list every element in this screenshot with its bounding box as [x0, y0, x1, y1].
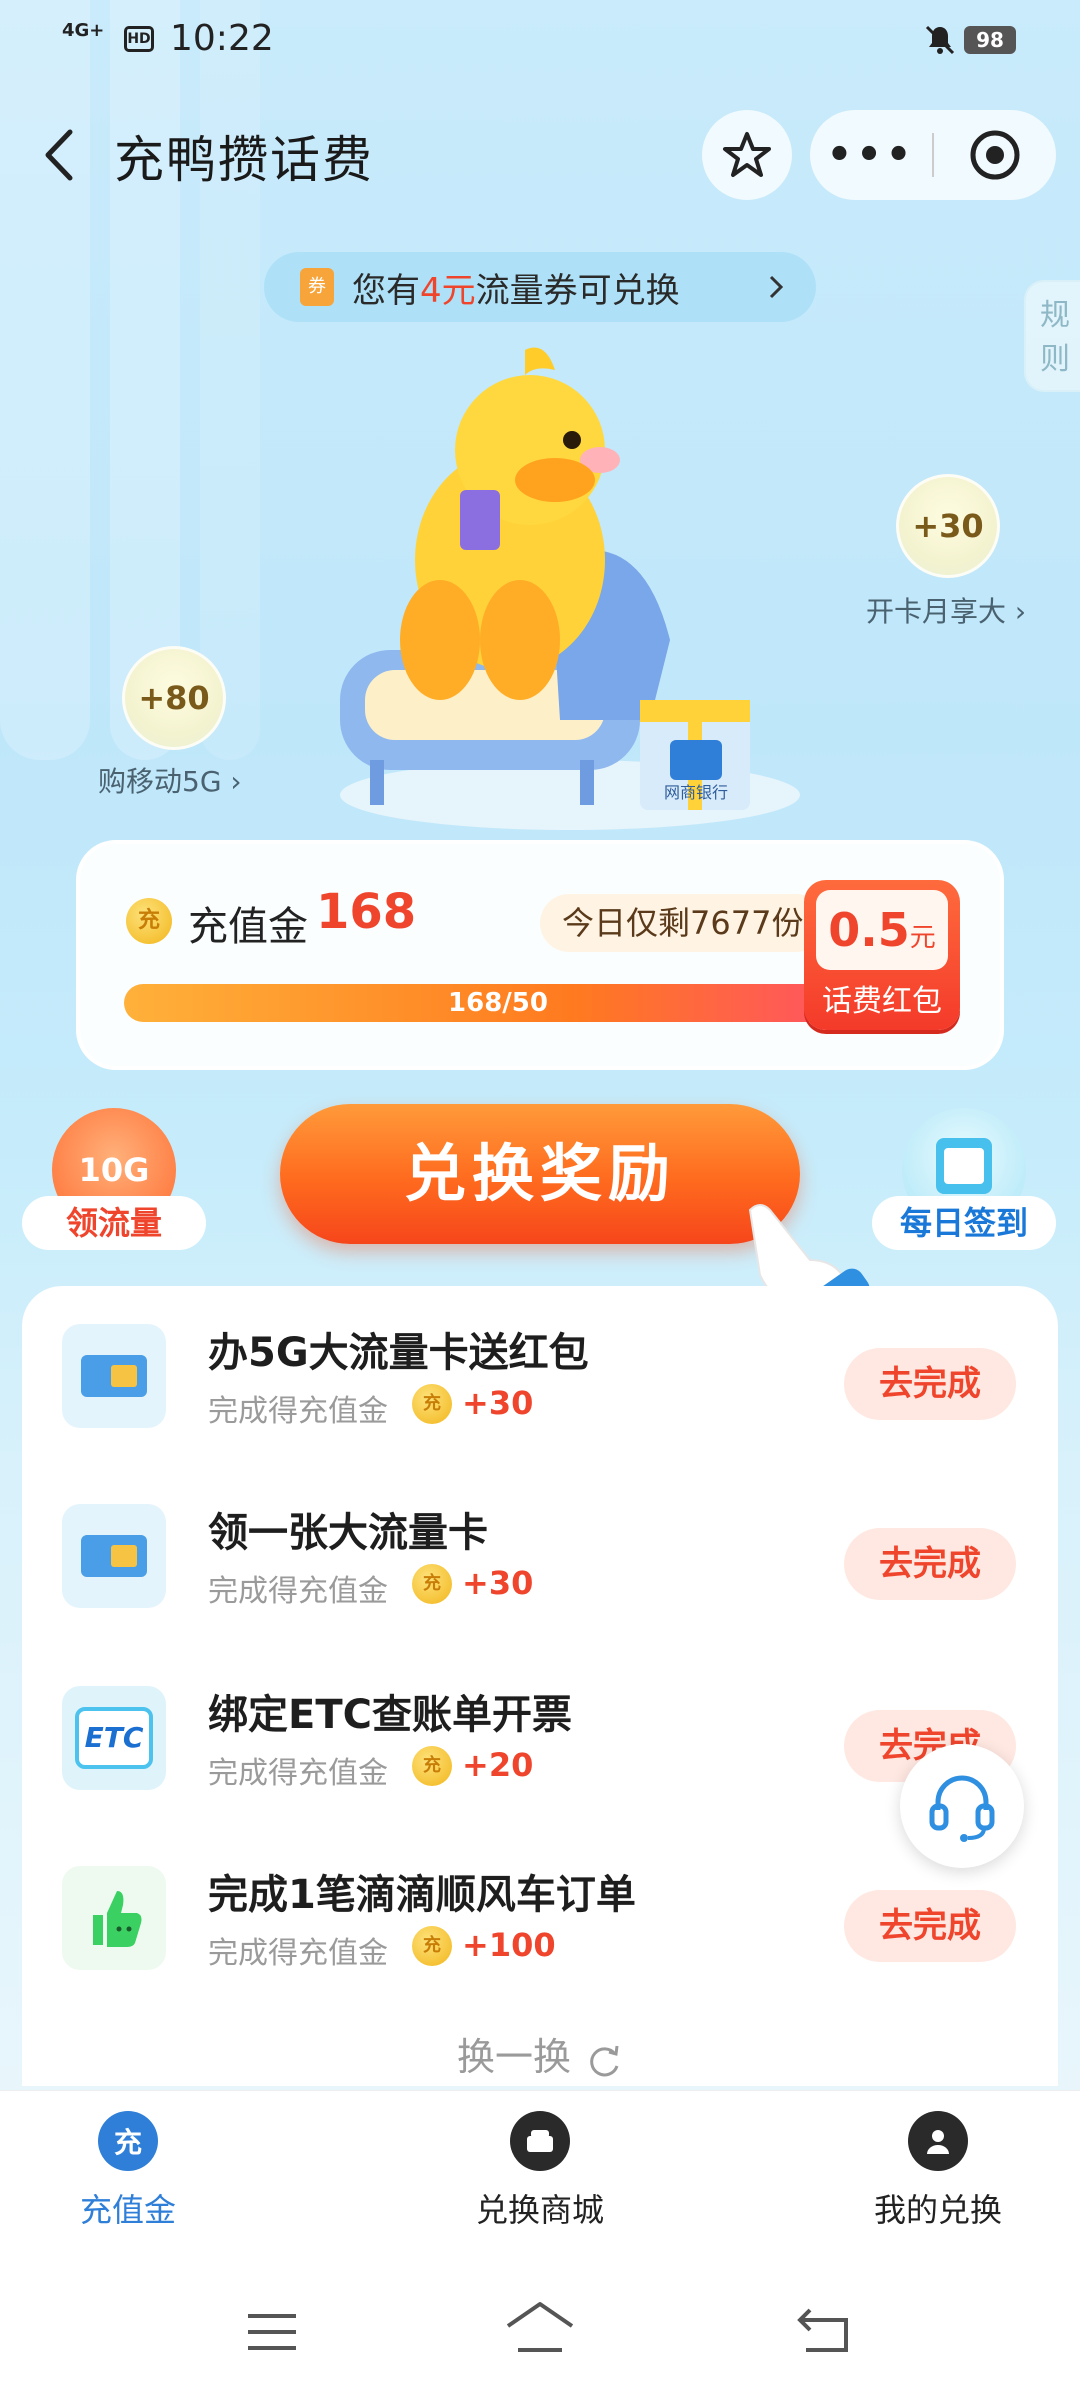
red-packet-label: 话费红包	[822, 984, 942, 1019]
hd-icon: HD	[124, 26, 154, 52]
more-icon[interactable]: •••	[810, 110, 932, 200]
tab-label: 我的兑换	[873, 2191, 1002, 2229]
etc-icon: ETC	[62, 1686, 166, 1790]
red-packet-amount: 0.5元	[816, 890, 948, 970]
task-complete-button[interactable]: 去完成	[844, 1348, 1016, 1420]
task-name: 绑定ETC查账单开票	[208, 1692, 572, 1738]
remaining-count: 今日仅剩7677份	[540, 894, 826, 952]
coin-icon: 充	[412, 1926, 452, 1966]
coupon-banner[interactable]: 券 您有4元流量券可兑换	[264, 252, 816, 322]
exchange-reward-button[interactable]: 兑换奖励	[280, 1104, 800, 1244]
bonus-bubble-caption[interactable]: 开卡月享大 ›	[866, 590, 1026, 630]
task-complete-button[interactable]: 去完成	[844, 1890, 1016, 1962]
duck-mascot-illustration: 网商银行	[340, 347, 800, 830]
coin-icon: 充	[412, 1564, 452, 1604]
task-item: 办5G大流量卡送红包 完成得充值金 充 +30 去完成	[22, 1286, 1058, 1446]
tab-recharge-gold[interactable]: 充 充值金	[28, 2111, 228, 2231]
menu-icon[interactable]	[244, 2310, 300, 2354]
headset-icon	[929, 1775, 995, 1842]
task-item: ETC 绑定ETC查账单开票 完成得充值金 充 +20 去完成	[22, 1648, 1058, 1808]
task-complete-button[interactable]: 去完成	[844, 1528, 1016, 1600]
favorite-button[interactable]	[702, 110, 792, 200]
gift-box-label: 网商银行	[664, 783, 728, 802]
thumbs-up-icon	[62, 1866, 166, 1970]
close-miniapp-button[interactable]	[934, 128, 1056, 182]
miniapp-capsule: •••	[810, 110, 1056, 200]
balance-label: 充值金	[188, 904, 308, 950]
task-item: 领一张大流量卡 完成得充值金 充 +30 去完成	[22, 1466, 1058, 1626]
network-indicator: 4G+	[62, 20, 105, 41]
back-arrow-icon[interactable]	[34, 120, 84, 190]
page-title: 充鸭攒话费	[114, 131, 374, 189]
task-item: 完成1笔滴滴顺风车订单 完成得充值金 充 +100 去完成	[22, 1828, 1058, 1988]
curtain-decoration	[0, 0, 90, 760]
coupon-text: 您有4元流量券可兑换	[352, 270, 680, 311]
task-reward: +30	[462, 1384, 534, 1422]
rules-tab[interactable]: 规则	[1024, 280, 1080, 392]
home-icon[interactable]	[504, 2300, 576, 2356]
tab-label: 充值金	[79, 2191, 176, 2229]
coin-icon: 充	[412, 1384, 452, 1424]
target-icon	[970, 130, 1020, 180]
coupon-amount: 4元	[420, 270, 476, 311]
chevron-right-icon	[769, 275, 784, 299]
task-subtitle: 完成得充值金	[208, 1574, 388, 1609]
task-subtitle: 完成得充值金	[208, 1936, 388, 1971]
task-subtitle: 完成得充值金	[208, 1756, 388, 1791]
flow-label[interactable]: 领流量	[22, 1196, 206, 1250]
customer-service-button[interactable]	[900, 1744, 1024, 1868]
tab-my-exchange[interactable]: 我的兑换	[838, 2111, 1038, 2231]
task-reward: +20	[462, 1746, 534, 1784]
user-icon	[908, 2111, 968, 2171]
task-name: 领一张大流量卡	[208, 1510, 488, 1556]
curtain-decoration	[200, 0, 260, 760]
bottom-tab-bar: 充 充值金 兑换商城 我的兑换	[0, 2090, 1080, 2260]
coupon-icon: 券	[300, 268, 334, 306]
red-packet-card[interactable]: 0.5元 话费红包	[804, 880, 960, 1030]
tab-label: 兑换商城	[475, 2191, 604, 2229]
status-bar: 4G+ HD 10:22 98	[0, 0, 1080, 80]
coin-icon: 充	[412, 1746, 452, 1786]
refresh-icon	[590, 2045, 619, 2076]
task-name: 办5G大流量卡送红包	[208, 1330, 589, 1376]
system-navigation-bar	[0, 2260, 1080, 2400]
mute-bell-icon	[925, 25, 955, 55]
recharge-icon: 充	[98, 2111, 158, 2171]
bonus-bubble-caption[interactable]: 购移动5G ›	[98, 760, 242, 800]
task-reward: +30	[462, 1564, 534, 1602]
task-reward: +100	[462, 1926, 556, 1964]
sim-card-icon	[62, 1504, 166, 1608]
status-time: 10:22	[170, 18, 274, 59]
refresh-tasks-button[interactable]: 换一换	[22, 2026, 1058, 2081]
progress-text: 168/50	[448, 988, 548, 1018]
task-subtitle: 完成得充值金	[208, 1394, 388, 1429]
battery-indicator: 98	[964, 26, 1016, 54]
store-icon	[510, 2111, 570, 2171]
sim-card-icon	[62, 1324, 166, 1428]
star-icon	[723, 132, 771, 177]
back-nav-icon[interactable]	[794, 2306, 854, 2356]
coin-icon: 充	[126, 898, 172, 944]
bonus-bubble-card[interactable]: +30	[896, 474, 1000, 578]
bonus-bubble-5g[interactable]: +80	[122, 646, 226, 750]
task-name: 完成1笔滴滴顺风车订单	[208, 1872, 636, 1918]
balance-value: 168	[316, 884, 417, 940]
progress-bar: 168/50	[124, 984, 872, 1022]
task-list: 办5G大流量卡送红包 完成得充值金 充 +30 去完成 领一张大流量卡 完成得充…	[22, 1286, 1058, 2086]
daily-signin-label[interactable]: 每日签到	[872, 1196, 1056, 1250]
tab-exchange-mall[interactable]: 兑换商城	[440, 2111, 640, 2231]
